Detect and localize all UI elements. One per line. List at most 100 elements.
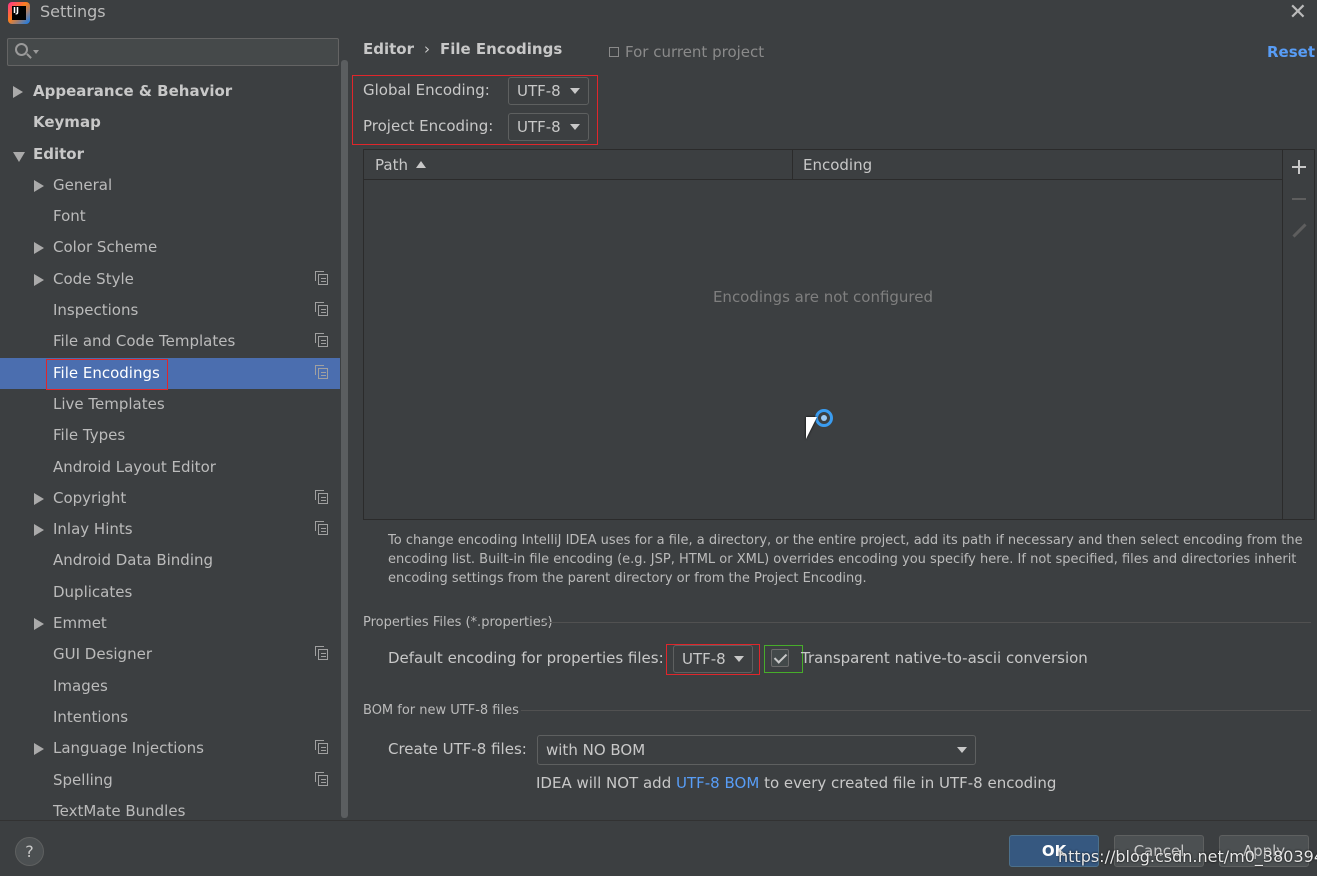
expand-arrow-right-icon[interactable] [34,179,44,192]
bom-mode-value: with NO BOM [546,741,646,759]
title-bar: IJ Settings ✕ [0,0,1317,28]
column-header-path[interactable]: Path [375,156,426,174]
sidebar-item-keymap[interactable]: Keymap [0,107,340,138]
settings-sidebar: Appearance & Behavior Keymap Editor General… [0,28,349,820]
column-divider[interactable] [792,150,793,180]
expand-arrow-right-icon[interactable] [34,492,44,505]
properties-encoding-select[interactable]: UTF-8 [673,645,753,673]
sidebar-item-label: Font [53,207,86,226]
sidebar-item-file-and-code-templates[interactable]: File and Code Templates [0,326,340,357]
table-empty-text: Encodings are not configured [712,288,934,306]
project-level-icon [315,521,328,536]
breadcrumb-parent[interactable]: Editor [363,40,414,58]
sidebar-item-label: Emmet [53,614,107,633]
global-encoding-select[interactable]: UTF-8 [508,77,589,105]
sidebar-item-label: Keymap [33,113,101,132]
project-level-icon [315,771,328,786]
sidebar-item-appearance-behavior[interactable]: Appearance & Behavior [0,76,340,107]
expand-arrow-right-icon[interactable] [34,618,44,631]
settings-search[interactable] [7,38,339,66]
project-encoding-select[interactable]: UTF-8 [508,113,589,141]
global-encoding-label: Global Encoding: [363,81,490,99]
sidebar-item-color-scheme[interactable]: Color Scheme [0,232,340,263]
sidebar-item-spelling[interactable]: Spelling [0,765,340,796]
sidebar-item-label: Spelling [53,770,113,789]
properties-encoding-value: UTF-8 [682,650,726,668]
sidebar-item-code-style[interactable]: Code Style [0,264,340,295]
breadcrumb: Editor › File Encodings [363,40,562,58]
window-title: Settings [40,2,106,21]
project-encoding-value: UTF-8 [517,118,561,136]
scope-note: For current project [609,43,764,61]
dialog-footer: ? OK Cancel Apply https://blog.csdn.net/… [0,820,1317,876]
sidebar-item-file-types[interactable]: File Types [0,420,340,451]
highlight-frame-file-encodings [46,359,168,390]
expand-arrow-down-icon[interactable] [13,151,25,162]
expand-arrow-right-icon[interactable] [13,86,23,98]
search-input[interactable] [42,41,332,63]
sidebar-item-images[interactable]: Images [0,671,340,702]
sidebar-item-gui-designer[interactable]: GUI Designer [0,639,340,670]
sidebar-item-live-templates[interactable]: Live Templates [0,389,340,420]
sidebar-item-label: Code Style [53,269,134,288]
sidebar-item-label: Language Injections [53,739,204,758]
reset-link[interactable]: Reset [1267,43,1315,61]
sidebar-item-inspections[interactable]: Inspections [0,295,340,326]
close-icon[interactable]: ✕ [1289,0,1307,25]
sidebar-item-language-injections[interactable]: Language Injections [0,733,340,764]
bom-hint: IDEA will NOT add UTF-8 BOM to every cre… [536,774,1056,792]
bom-mode-select[interactable]: with NO BOM [537,735,976,765]
sidebar-item-general[interactable]: General [0,170,340,201]
project-level-icon [315,489,328,504]
sidebar-item-editor[interactable]: Editor [0,139,340,170]
sidebar-item-android-data-binding[interactable]: Android Data Binding [0,545,340,576]
breadcrumb-current: File Encodings [440,40,563,58]
sidebar-item-intentions[interactable]: Intentions [0,702,340,733]
sidebar-item-inlay-hints[interactable]: Inlay Hints [0,514,340,545]
path-encoding-table[interactable]: Path Encoding Encodings are not configur… [363,149,1283,520]
properties-section-title: Properties Files (*.properties) [363,615,553,630]
expand-arrow-right-icon[interactable] [34,743,44,756]
native-to-ascii-label[interactable]: Transparent native-to-ascii conversion [801,649,1088,667]
chevron-down-icon [957,747,967,753]
sidebar-item-textmate-bundles[interactable]: TextMate Bundles [0,796,340,820]
sidebar-item-label: Inspections [53,301,139,320]
expand-arrow-right-icon[interactable] [34,242,44,255]
expand-arrow-right-icon[interactable] [34,524,44,537]
sidebar-scrollbar-thumb[interactable] [341,60,348,818]
bom-hint-suffix: to every created file in UTF-8 encoding [764,774,1057,792]
expand-arrow-right-icon[interactable] [34,273,44,286]
project-level-icon [315,333,328,348]
column-header-encoding[interactable]: Encoding [803,156,872,174]
project-level-icon [315,646,328,661]
search-history-icon[interactable] [33,50,39,54]
intellij-logo-icon: IJ [8,2,30,24]
native-to-ascii-checkbox[interactable] [771,649,789,667]
sidebar-item-font[interactable]: Font [0,201,340,232]
watermark-url: https://blog.csdn.net/m0_38039437 [1058,847,1317,866]
table-toolbar [1283,149,1315,520]
sidebar-item-emmet[interactable]: Emmet [0,608,340,639]
bom-hint-prefix: IDEA will NOT add [536,774,672,792]
sidebar-item-duplicates[interactable]: Duplicates [0,577,340,608]
sidebar-item-label: Inlay Hints [53,520,133,539]
remove-icon[interactable] [1291,191,1307,207]
help-button[interactable]: ? [15,837,44,866]
scope-note-text: For current project [625,43,765,61]
sidebar-item-label: Android Data Binding [53,551,214,570]
add-icon[interactable] [1291,159,1307,175]
sidebar-item-copyright[interactable]: Copyright [0,483,340,514]
sidebar-item-android-layout-editor[interactable]: Android Layout Editor [0,452,340,483]
sidebar-item-label: TextMate Bundles [53,801,186,820]
create-utf8-label: Create UTF-8 files: [388,740,527,758]
section-divider [541,622,1311,623]
bom-section-title: BOM for new UTF-8 files [363,703,519,718]
sidebar-item-label: Images [53,676,108,695]
utf8-bom-link[interactable]: UTF-8 BOM [676,774,759,792]
settings-tree: Appearance & Behavior Keymap Editor General… [0,76,349,820]
sidebar-item-label: Color Scheme [53,238,158,257]
encoding-help-text: To change encoding IntelliJ IDEA uses fo… [388,533,1303,586]
project-level-icon [315,364,328,379]
edit-icon[interactable] [1291,223,1307,239]
sort-ascending-icon [415,161,426,168]
